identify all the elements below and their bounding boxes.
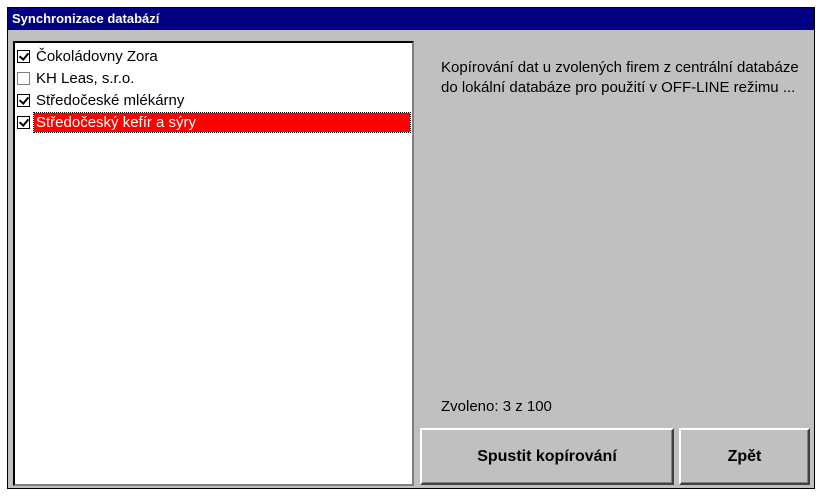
list-item-label: Čokoládovny Zora <box>36 47 158 65</box>
sync-dialog: Synchronizace databází Čokoládovny Zora … <box>7 7 815 489</box>
checkbox-checked[interactable] <box>17 115 30 129</box>
list-item-label: Středočeský kefír a sýry <box>33 111 411 133</box>
start-copy-button[interactable]: Spustit kopírování <box>420 428 674 485</box>
window-title: Synchronizace databází <box>8 8 814 30</box>
checkbox-checked[interactable] <box>17 93 30 107</box>
list-item[interactable]: KH Leas, s.r.o. <box>17 67 410 89</box>
checkbox-unchecked[interactable] <box>17 71 30 85</box>
back-button[interactable]: Zpět <box>679 428 810 485</box>
checkbox-checked[interactable] <box>17 49 30 63</box>
list-item-selected[interactable]: Středočeský kefír a sýry <box>17 111 411 133</box>
list-item[interactable]: Čokoládovny Zora <box>17 45 410 67</box>
list-item-label: Středočeské mlékárny <box>36 91 185 109</box>
selection-count: Zvoleno: 3 z 100 <box>441 398 552 415</box>
list-item[interactable]: Středočeské mlékárny <box>17 89 410 111</box>
description-text: Kopírování dat u zvolených firem z centr… <box>441 59 799 96</box>
list-item-label: KH Leas, s.r.o. <box>36 69 135 87</box>
company-list[interactable]: Čokoládovny Zora KH Leas, s.r.o. Středoč… <box>13 41 414 486</box>
